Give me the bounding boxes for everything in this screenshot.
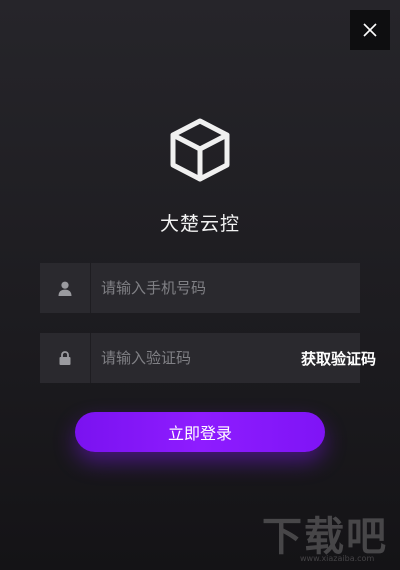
get-code-button[interactable]: 获取验证码: [295, 348, 386, 369]
user-icon: [58, 281, 72, 296]
code-field-icon-cell: [40, 333, 91, 383]
cube-icon: [170, 118, 230, 182]
close-button[interactable]: [350, 10, 390, 50]
app-logo: [162, 112, 238, 188]
phone-field-icon-cell: [40, 263, 91, 313]
close-icon: [363, 23, 377, 37]
code-input[interactable]: [91, 333, 295, 383]
watermark-url: www.xiazaiba.com: [300, 554, 375, 563]
watermark: 下载吧 www.xiazaiba.com: [262, 500, 396, 566]
phone-input[interactable]: [91, 263, 360, 313]
login-button[interactable]: 立即登录: [75, 412, 325, 452]
lock-icon: [59, 351, 71, 365]
code-field: 获取验证码: [40, 333, 376, 383]
app-title: 大楚云控: [159, 213, 240, 235]
phone-field: [40, 263, 360, 313]
